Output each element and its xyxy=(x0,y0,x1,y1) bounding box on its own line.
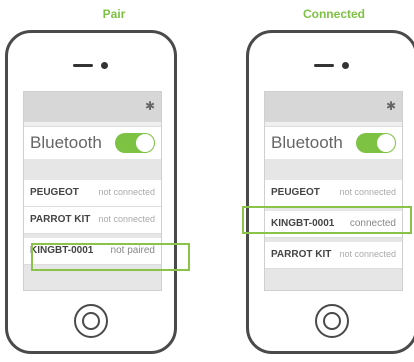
speaker xyxy=(73,64,93,67)
device-status: not connected xyxy=(98,187,155,197)
home-button-inner xyxy=(82,312,100,330)
toggle-knob xyxy=(136,134,154,152)
home-button[interactable] xyxy=(315,304,349,338)
device-status: not connected xyxy=(98,214,155,224)
status-bar: ✱ xyxy=(265,92,402,122)
highlight-box xyxy=(31,243,190,271)
bluetooth-label: Bluetooth xyxy=(271,133,343,152)
pair-heading: Pair xyxy=(102,7,126,21)
phone-right: ✱ Bluetooth PEUGEOT not connected KINGBT… xyxy=(246,30,414,354)
phone-left: ✱ Bluetooth PEUGEOT not connected PARROT… xyxy=(5,30,177,354)
toggle-knob xyxy=(377,134,395,152)
device-name: PARROT KIT xyxy=(271,249,332,260)
bluetooth-label: Bluetooth xyxy=(30,133,102,152)
device-name: PEUGEOT xyxy=(30,187,79,198)
section-gap xyxy=(24,159,161,180)
screen-bottom xyxy=(265,269,402,290)
bluetooth-toggle[interactable] xyxy=(115,133,155,153)
device-status: not connected xyxy=(339,187,396,197)
device-status: not connected xyxy=(339,249,396,259)
home-button[interactable] xyxy=(74,304,108,338)
bluetooth-toggle[interactable] xyxy=(356,133,396,153)
camera xyxy=(342,62,349,69)
connected-heading: Connected xyxy=(302,7,365,21)
bluetooth-setting-row[interactable]: Bluetooth xyxy=(265,126,402,160)
section-gap xyxy=(265,159,402,180)
camera xyxy=(101,62,108,69)
bluetooth-icon: ✱ xyxy=(144,99,155,113)
phone-screen: ✱ Bluetooth PEUGEOT not connected KINGBT… xyxy=(264,91,403,291)
device-name: PARROT KIT xyxy=(30,214,91,225)
device-row[interactable]: PARROT KIT not connected xyxy=(24,207,161,234)
speaker xyxy=(314,64,334,67)
highlight-box xyxy=(242,206,412,234)
device-row[interactable]: PEUGEOT not connected xyxy=(265,180,402,207)
device-name: PEUGEOT xyxy=(271,187,320,198)
device-row[interactable]: PEUGEOT not connected xyxy=(24,180,161,207)
bluetooth-icon: ✱ xyxy=(385,99,396,113)
home-button-inner xyxy=(323,312,341,330)
device-row[interactable]: PARROT KIT not connected xyxy=(265,242,402,269)
bluetooth-setting-row[interactable]: Bluetooth xyxy=(24,126,161,160)
status-bar: ✱ xyxy=(24,92,161,122)
